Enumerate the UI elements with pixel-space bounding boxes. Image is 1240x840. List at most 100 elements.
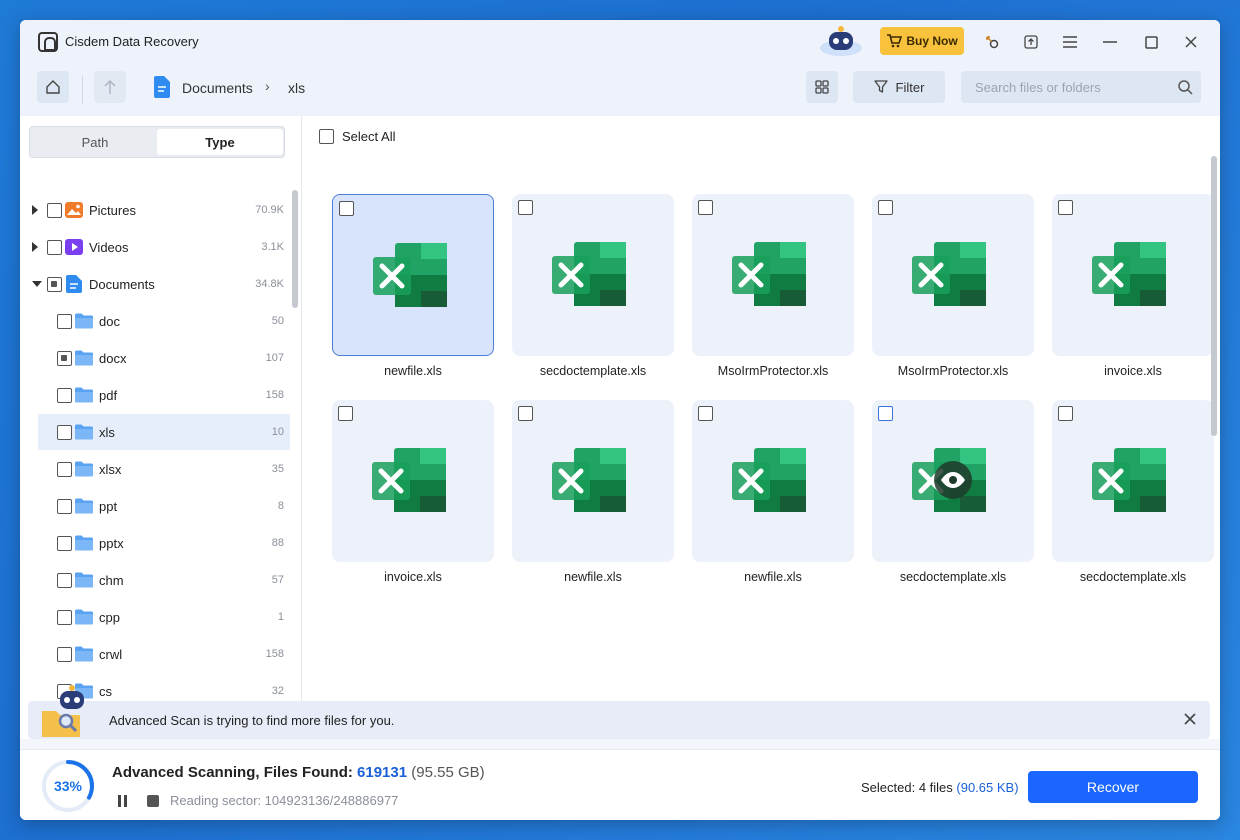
app-logo-icon [38,32,58,52]
folder-icon [75,350,93,366]
folder-item-cpp[interactable]: cpp 1 [38,599,290,635]
tab-path[interactable]: Path [32,129,158,155]
checkbox[interactable] [338,406,353,421]
checkbox[interactable] [57,572,72,588]
excel-file-icon [732,448,806,512]
grid-view-button[interactable] [806,71,838,103]
expand-arrow-icon[interactable] [32,205,38,215]
pause-button[interactable] [116,794,130,808]
folder-item-pptx[interactable]: pptx 88 [38,525,290,561]
folder-count: 8 [277,500,284,512]
checkbox[interactable] [57,609,72,625]
file-tile[interactable] [332,400,494,562]
folder-count: 1 [277,611,284,623]
stop-button[interactable] [147,795,159,807]
excel-file-icon [1092,448,1166,512]
up-button[interactable] [94,71,126,103]
checkbox[interactable] [518,406,533,421]
checkbox[interactable] [339,201,354,216]
checkbox[interactable] [698,200,713,215]
folder-item-docx[interactable]: docx 107 [38,340,290,376]
file-tile[interactable] [872,194,1034,356]
recover-button[interactable]: Recover [1028,771,1198,803]
search-input[interactable] [961,71,1171,103]
folder-item-pdf[interactable]: pdf 158 [38,377,290,413]
file-tile[interactable] [332,194,494,356]
tree-item-pictures[interactable]: Pictures 70.9K [20,192,290,228]
toolbar-divider [82,76,83,104]
checkbox[interactable] [47,239,62,255]
checkbox[interactable] [1058,406,1073,421]
select-all-checkbox[interactable]: Select All [319,126,395,146]
folder-count: 32 [271,685,284,697]
breadcrumb-xls[interactable]: xls [288,80,305,96]
filter-label: Filter [895,79,925,95]
buy-now-button[interactable]: Buy Now [880,27,964,55]
checkbox[interactable] [319,128,334,144]
folder-count: 88 [271,537,284,549]
folder-robot-icon [42,685,84,737]
folder-item-doc[interactable]: doc 50 [38,303,290,339]
file-tile[interactable] [692,194,854,356]
folder-item-chm[interactable]: chm 57 [38,562,290,598]
file-tile[interactable] [1052,194,1214,356]
checkbox[interactable] [57,313,72,329]
menu-icon[interactable] [1058,30,1082,54]
select-all-label: Select All [342,128,396,144]
checkbox[interactable] [698,406,713,421]
file-tile[interactable] [872,400,1034,562]
minimize-icon[interactable] [1098,30,1122,54]
collapse-arrow-icon[interactable] [32,281,42,287]
checkbox[interactable] [57,387,72,403]
tree-item-videos[interactable]: Videos 3.1K [20,229,290,265]
document-icon [154,76,170,98]
checkbox[interactable] [57,646,72,662]
close-icon[interactable] [1182,711,1198,727]
home-button[interactable] [37,71,69,103]
grid-scrollbar[interactable] [1211,156,1217,436]
expand-arrow-icon[interactable] [32,242,38,252]
folder-label: xlsx [99,461,122,477]
maximize-icon[interactable] [1139,30,1163,54]
breadcrumb-documents[interactable]: Documents [182,80,253,96]
preview-eye-icon[interactable] [933,460,973,500]
close-icon[interactable] [1179,30,1203,54]
file-tile[interactable] [512,400,674,562]
checkbox[interactable] [518,200,533,215]
file-grid: Select All newfile.xls secdoctemplate.xls… [303,116,1220,704]
progress-percent: 33% [53,778,83,794]
checkbox[interactable] [57,461,72,477]
file-tile[interactable] [1052,400,1214,562]
folder-count: 57 [271,574,284,586]
scan-title: Advanced Scanning, Files Found: [112,764,358,781]
checkbox[interactable] [47,202,62,218]
checkbox[interactable] [57,498,72,514]
checkbox[interactable] [57,350,72,366]
checkbox[interactable] [878,200,893,215]
folder-item-crwl[interactable]: crwl 158 [38,636,290,672]
folder-label: doc [99,313,120,329]
checkbox[interactable] [1058,200,1073,215]
checkbox[interactable] [47,276,62,292]
file-tile[interactable] [512,194,674,356]
checkbox[interactable] [57,535,72,551]
checkbox[interactable] [57,424,72,440]
tree-item-documents[interactable]: Documents 34.8K [20,266,290,302]
sidebar-scrollbar[interactable] [292,190,298,308]
filter-button[interactable]: Filter [853,71,945,103]
checkbox[interactable] [878,406,893,421]
key-icon[interactable] [980,30,1004,54]
file-name: MsoIrmProtector.xls [897,364,1009,378]
folder-count: 158 [265,389,284,401]
tab-type[interactable]: Type [157,129,283,155]
file-tile[interactable] [692,400,854,562]
upload-icon[interactable] [1019,30,1043,54]
folder-label: crwl [99,646,123,662]
folder-item-ppt[interactable]: ppt 8 [38,488,290,524]
robot-mascot-icon[interactable] [818,24,864,58]
search-icon[interactable] [1177,79,1193,95]
found-size: (95.55 GB) [411,764,485,781]
folder-item-xls[interactable]: xls 10 [38,414,290,450]
folder-icon [75,572,93,588]
folder-item-xlsx[interactable]: xlsx 35 [38,451,290,487]
